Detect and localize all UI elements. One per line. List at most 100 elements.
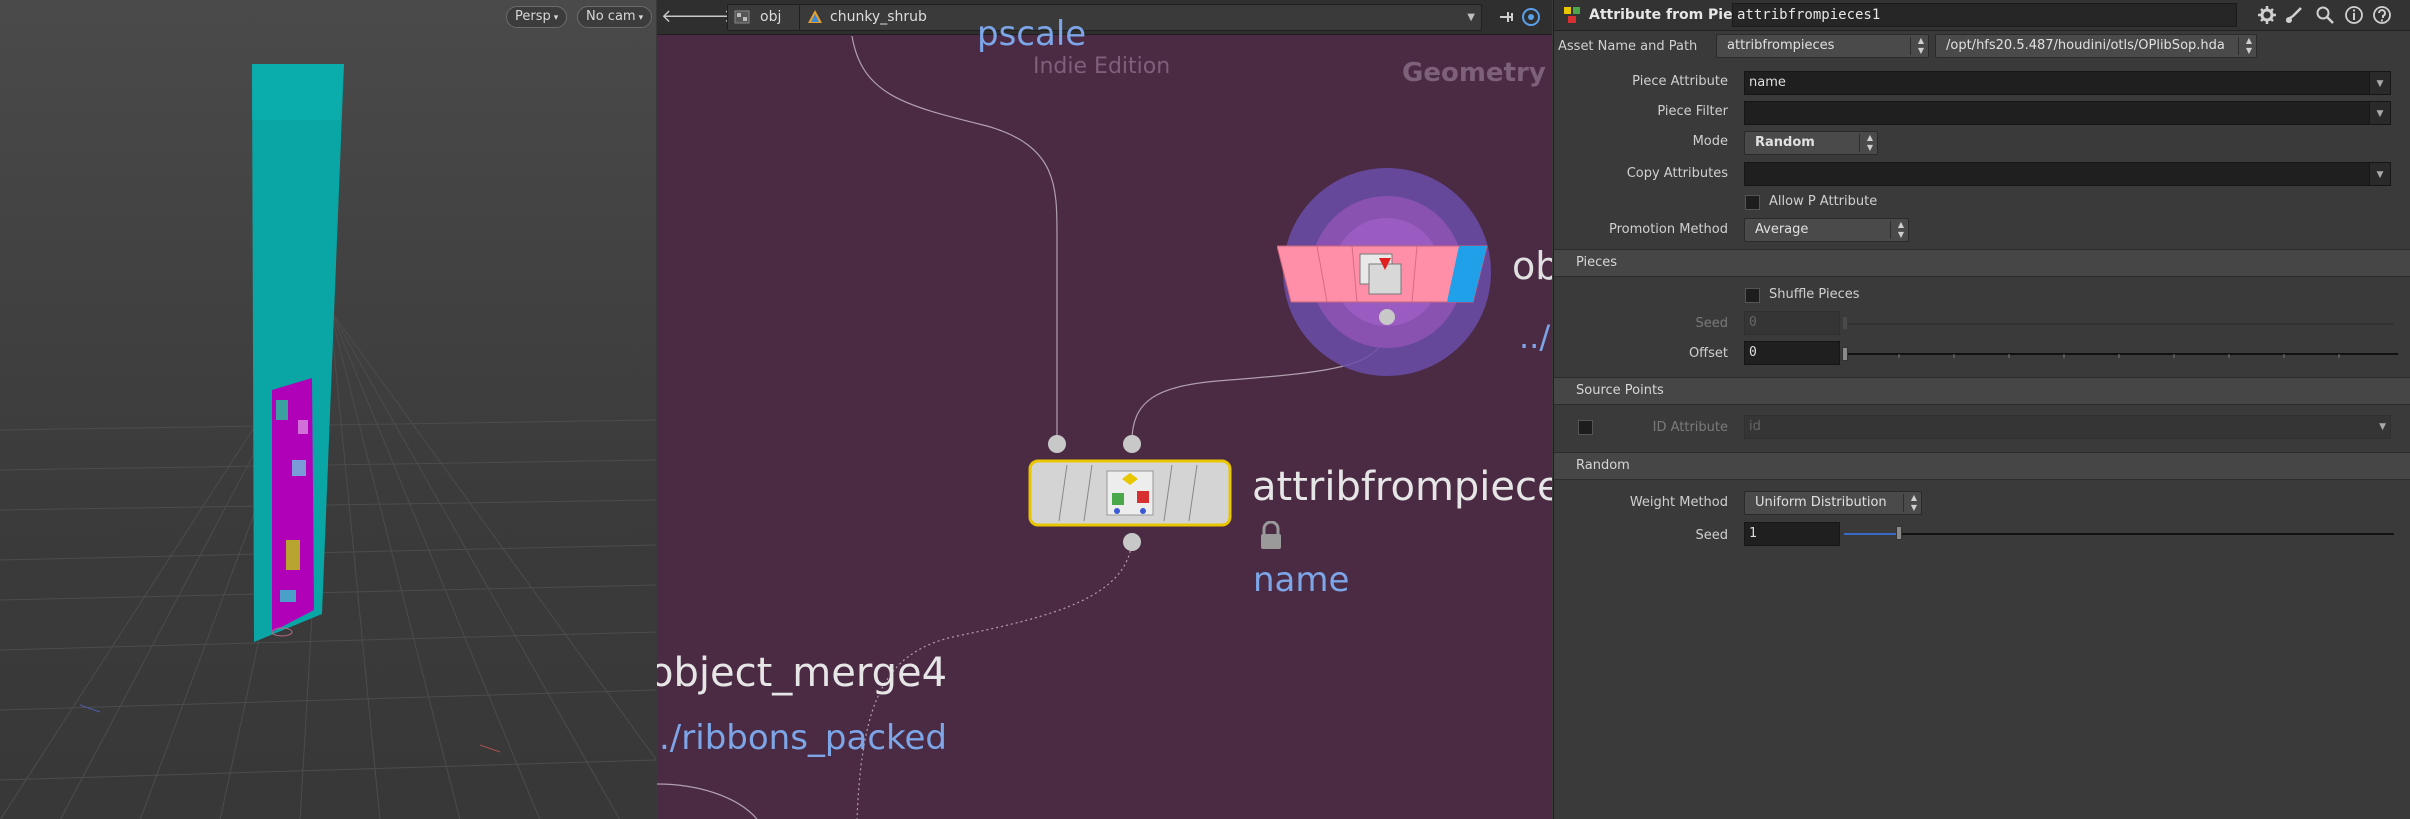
random-seed-field[interactable]: 1 [1744, 522, 1840, 546]
piece-filter-dropdown[interactable]: ▼ [2369, 101, 2391, 125]
object-merge4-node-name: object_merge4 [657, 650, 948, 696]
piece-attribute-label: Piece Attribute [1632, 74, 1728, 89]
parameter-header: Attribute from Pieces attribfrompieces1 [1554, 0, 2410, 31]
scene-viewport[interactable]: Persp ▾ No cam ▾ [0, 0, 656, 819]
up-down-icon: ▲ ▼ [1866, 133, 1873, 152]
up-down-icon: ▲ ▼ [1910, 493, 1917, 512]
random-seed-slider-handle[interactable] [1896, 526, 1902, 540]
asset-path-value: /opt/hfs20.5.487/houdini/otls/OPlibSop.h… [1946, 38, 2225, 53]
random-seed-slider-fill [1844, 533, 1899, 535]
pieces-seed-label: Seed [1695, 316, 1729, 331]
breadcrumb-obj[interactable]: obj [760, 5, 781, 30]
geometry-object-icon [808, 10, 822, 23]
copy-attributes-dropdown[interactable]: ▼ [2369, 162, 2391, 186]
link-context-icon[interactable] [1521, 7, 1541, 27]
back-arrow-icon[interactable]: 🡐 [661, 6, 709, 28]
random-seed-value: 1 [1749, 526, 1757, 541]
perspective-menu-button[interactable]: Persp ▾ [506, 6, 568, 28]
random-seed-label: Seed [1695, 528, 1729, 543]
mode-value: Random [1755, 135, 1815, 150]
perspective-label: Persp [515, 9, 551, 24]
attribfrompieces-node[interactable] [1027, 431, 1237, 556]
info-icon[interactable] [2344, 5, 2364, 25]
id-attribute-value: id [1749, 419, 1761, 434]
id-attribute-label: ID Attribute [1652, 420, 1728, 435]
up-down-icon: ▲ ▼ [1917, 36, 1924, 55]
edition-watermark: Indie Edition [1033, 54, 1171, 79]
asset-name-combo[interactable]: attribfrompieces ▲ ▼ [1716, 34, 1929, 58]
chevron-down-icon: ▼ [2379, 422, 2386, 432]
promotion-method-label: Promotion Method [1608, 222, 1728, 237]
chevron-down-icon[interactable]: ▼ [1467, 5, 1475, 30]
section-pieces[interactable]: Pieces [1554, 249, 2410, 277]
pieces-seed-slider [1844, 323, 2394, 325]
mode-combo[interactable]: Random ▲ ▼ [1744, 131, 1878, 155]
obj-network-icon [734, 10, 750, 24]
chevron-down-icon: ▾ [553, 13, 559, 23]
pieces-seed-slider-handle [1842, 316, 1848, 330]
offset-label: Offset [1688, 346, 1728, 361]
weight-method-combo[interactable]: Uniform Distribution ▲ ▼ [1744, 491, 1922, 515]
camera-menu-button[interactable]: No cam ▾ [577, 6, 653, 28]
promotion-method-value: Average [1755, 222, 1809, 237]
chevron-down-icon: ▼ [2376, 170, 2384, 180]
gear-icon[interactable] [2257, 5, 2277, 25]
network-canvas[interactable]: pscale Indie Edition Geometry ob ../ att… [657, 14, 1552, 819]
asset-name-path-label: Asset Name and Path [1558, 39, 1698, 54]
brush-icon[interactable] [2284, 5, 2304, 25]
weight-method-value: Uniform Distribution [1755, 495, 1887, 510]
object-merge4-node-path: ./ribbons_packed [659, 718, 948, 758]
offset-slider-handle[interactable] [1842, 347, 1848, 361]
attribfrompieces-node-comment: name [1253, 560, 1350, 600]
object-merge-node[interactable] [1277, 166, 1497, 396]
attribfrompieces-node-name: attribfrompieces [1252, 464, 1552, 510]
forward-arrow-icon[interactable]: 🡒 [686, 6, 734, 28]
node-type-icon [1564, 7, 1580, 23]
search-icon[interactable] [2315, 5, 2335, 25]
piece-attribute-field[interactable]: name [1744, 71, 2391, 95]
offset-value: 0 [1749, 345, 1757, 360]
shuffle-pieces-label: Shuffle Pieces [1769, 287, 1860, 302]
pin-icon[interactable] [1496, 7, 1516, 27]
asset-name-value: attribfrompieces [1727, 38, 1835, 53]
copy-attributes-field[interactable] [1744, 162, 2391, 186]
weight-method-label: Weight Method [1629, 495, 1728, 510]
up-down-icon: ▲ ▼ [2245, 36, 2252, 55]
piece-filter-label: Piece Filter [1657, 104, 1728, 119]
piece-attribute-dropdown[interactable]: ▼ [2369, 71, 2391, 95]
copy-attributes-label: Copy Attributes [1626, 166, 1728, 181]
piece-filter-field[interactable] [1744, 101, 2391, 125]
up-down-icon: ▲ ▼ [1897, 220, 1904, 239]
parameter-pane: Attribute from Pieces attribfrompieces1 … [1553, 0, 2410, 819]
lock-icon[interactable] [1258, 521, 1284, 551]
camera-label: No cam [586, 9, 636, 24]
chevron-down-icon: ▼ [2376, 109, 2384, 119]
breadcrumb-chunky-shrub[interactable]: chunky_shrub [830, 5, 927, 30]
breadcrumb-divider [799, 5, 800, 30]
network-toolbar: 🡐 🡒 obj chunky_shrub ▼ [657, 0, 1552, 35]
upstream-node-comment: pscale [977, 14, 1087, 54]
help-icon[interactable] [2372, 5, 2392, 25]
mode-label: Mode [1692, 134, 1728, 149]
chevron-down-icon: ▾ [638, 13, 644, 23]
viewport-grid [0, 64, 656, 819]
allow-p-label: Allow P Attribute [1769, 194, 1878, 209]
offset-slider-ticks [1844, 353, 2398, 358]
path-breadcrumb[interactable]: obj chunky_shrub ▼ [727, 4, 1482, 31]
context-watermark: Geometry [1402, 58, 1546, 88]
section-source-points[interactable]: Source Points [1554, 377, 2410, 405]
pieces-seed-field: 0 [1744, 311, 1840, 335]
node-name-field[interactable]: attribfrompieces1 [1732, 3, 2237, 27]
offset-field[interactable]: 0 [1744, 341, 1840, 365]
asset-path-combo[interactable]: /opt/hfs20.5.487/houdini/otls/OPlibSop.h… [1935, 34, 2257, 58]
object-merge-node-path: ../ [1519, 318, 1551, 356]
id-attribute-field: id ▼ [1744, 415, 2391, 439]
network-editor[interactable]: 🡐 🡒 obj chunky_shrub ▼ pscale Indie Edit… [657, 0, 1552, 819]
chevron-down-icon: ▼ [2376, 79, 2384, 89]
promotion-method-combo[interactable]: Average ▲ ▼ [1744, 218, 1909, 242]
shuffle-pieces-checkbox[interactable] [1745, 288, 1760, 303]
section-random[interactable]: Random [1554, 452, 2410, 480]
random-seed-slider[interactable] [1844, 533, 2394, 535]
allow-p-checkbox[interactable] [1745, 195, 1760, 210]
piece-attribute-value: name [1749, 75, 1786, 90]
